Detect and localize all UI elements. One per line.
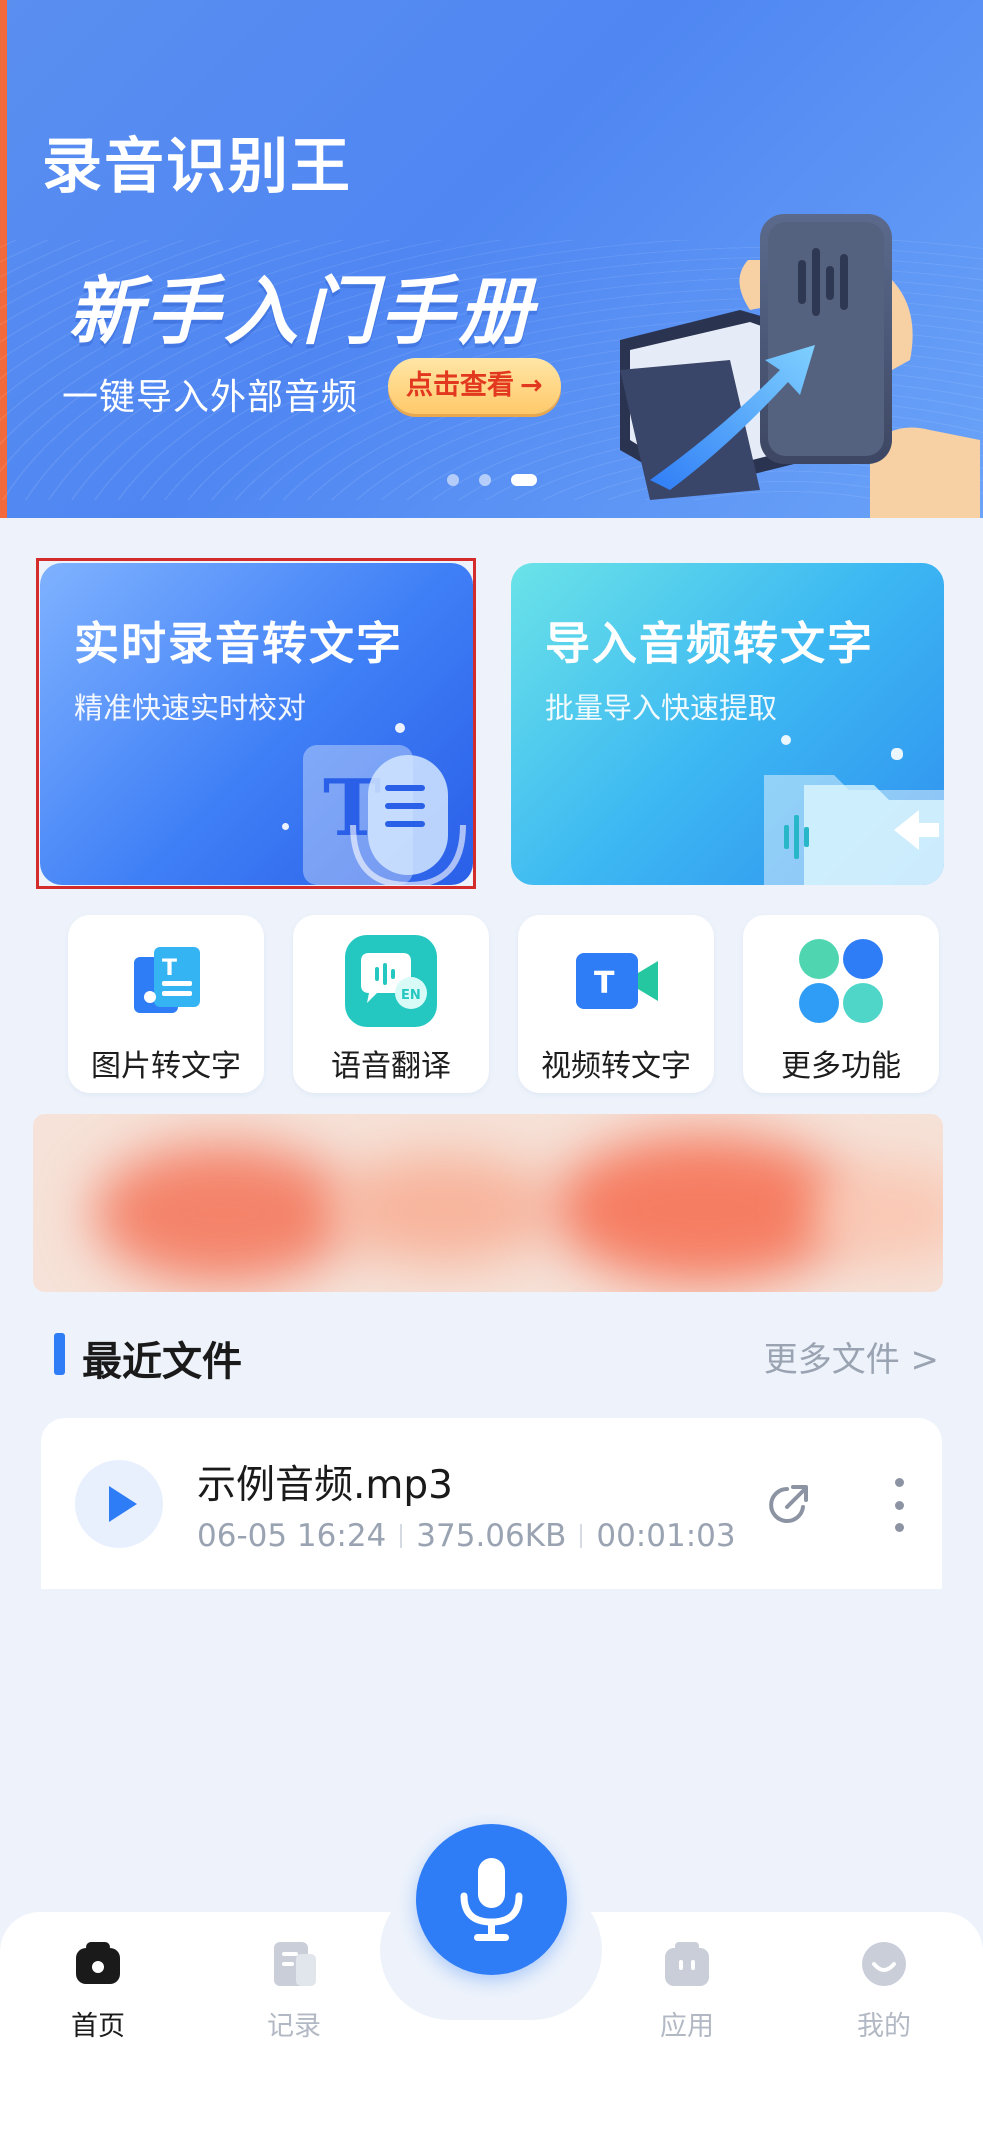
page-dot-active [511,474,537,486]
banner-page-indicator [447,474,537,486]
nav-label: 我的 [857,2011,911,2042]
banner-subline: 一键导入外部音频 [62,377,359,418]
text-mic-icon: T [303,745,466,885]
voice-translate-icon: EN [345,935,437,1027]
nav-label: 应用 [660,2011,714,2042]
tool-image-to-text[interactable]: T 图片转文字 [68,915,264,1093]
tool-label: 视频转文字 [541,1049,691,1084]
ad-blur-shape [553,1134,853,1284]
import-audio-card[interactable]: 导入音频转文字 批量导入快速提取 [511,563,944,885]
svg-text:T: T [594,966,615,1001]
nav-apps[interactable]: 应用 [627,1938,747,2043]
image-to-text-icon: T [134,947,200,1013]
share-icon[interactable] [763,1479,813,1529]
tool-label: 更多功能 [781,1049,901,1084]
ad-blur-shape [93,1144,353,1284]
more-files-link[interactable]: 更多文件 > [764,1332,939,1381]
ad-banner-blurred[interactable] [33,1114,943,1292]
apps-icon [665,1942,709,1986]
banner-cta-button[interactable]: 点击查看 → [388,358,561,414]
svg-text:T: T [162,956,177,981]
realtime-recording-card[interactable]: 实时录音转文字 精准快速实时校对 T [40,563,473,885]
nav-label: 记录 [267,2011,321,2042]
home-icon [76,1942,120,1984]
records-icon [274,1942,316,1986]
phone-folder-illustration [620,214,980,518]
file-size: 375.06KB [416,1518,567,1554]
promo-banner[interactable]: 录音识别王 新手入门手册 一键导入外部音频 点击查看 → [0,0,983,518]
tool-video-to-text[interactable]: T 视频转文字 [518,915,714,1093]
file-name: 示例音频.mp3 [197,1463,453,1508]
file-duration: 00:01:03 [596,1518,736,1554]
app-title: 录音识别王 [42,132,352,202]
section-accent-bar [54,1333,65,1375]
tool-more-features[interactable]: 更多功能 [743,915,939,1093]
record-mic-button[interactable] [416,1824,567,1975]
tool-voice-translate[interactable]: EN 语音翻译 [293,915,489,1093]
folder-import-icon [764,775,944,885]
realtime-card-title: 实时录音转文字 [74,617,404,670]
ad-blur-shape [333,1154,553,1264]
import-card-title: 导入音频转文字 [545,617,875,670]
svg-text:EN: EN [401,988,421,1003]
recent-files-title: 最近文件 [82,1339,242,1385]
arrow-right-icon: → [520,370,543,401]
play-icon [109,1486,137,1522]
page-dot [447,474,459,486]
import-card-subtitle: 批量导入快速提取 [545,691,778,725]
video-to-text-icon: T [576,953,658,1009]
page-dot [479,474,491,486]
banner-cta-label: 点击查看 [406,370,514,401]
microphone-icon [460,1858,523,1941]
file-date: 06-05 16:24 [197,1518,387,1554]
file-list-item[interactable]: 示例音频.mp3 06-05 16:24 375.06KB 00:01:03 [41,1418,942,1589]
meta-divider [580,1524,583,1548]
file-meta: 06-05 16:24 375.06KB 00:01:03 [197,1518,736,1554]
nav-label: 首页 [71,2011,125,2042]
profile-icon [862,1942,906,1986]
meta-divider [400,1524,403,1548]
banner-headline: 新手入门手册 [68,269,536,355]
nav-records[interactable]: 记录 [234,1938,354,2043]
realtime-card-subtitle: 精准快速实时校对 [74,691,307,725]
nav-profile[interactable]: 我的 [824,1938,944,2043]
tool-label: 图片转文字 [91,1049,241,1084]
more-features-icon [799,939,883,1023]
play-button[interactable] [75,1460,163,1548]
more-options-icon[interactable] [891,1478,907,1532]
tool-label: 语音翻译 [331,1049,451,1084]
nav-home[interactable]: 首页 [38,1938,158,2043]
